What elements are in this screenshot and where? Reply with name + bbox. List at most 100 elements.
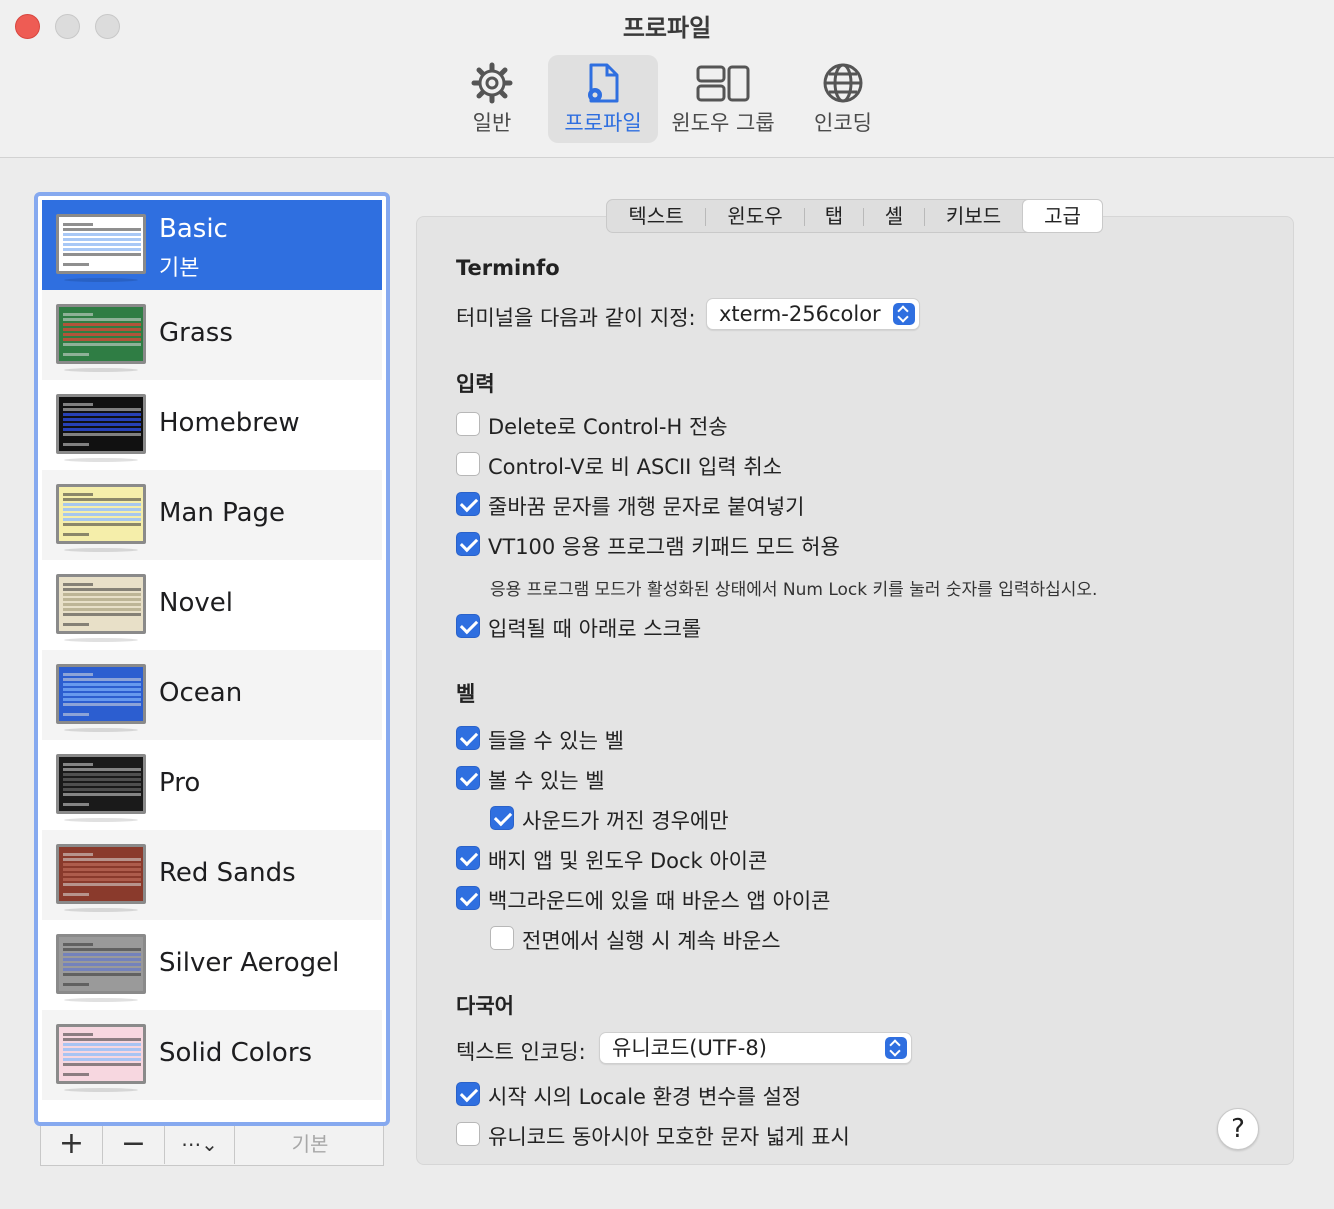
remove-profile-button[interactable]: − [103, 1126, 165, 1164]
visual-bell-checkbox[interactable] [456, 766, 480, 790]
profile-row[interactable]: Man Page [42, 470, 382, 560]
preview-text-line [63, 688, 141, 691]
tab-advanced[interactable]: 고급 [1022, 199, 1103, 233]
profile-preview-thumbnail [56, 664, 146, 724]
toolbar-general[interactable]: 일반 [452, 55, 532, 143]
ctrl-v-escape-checkbox[interactable] [456, 452, 480, 476]
profile-row[interactable]: Basic 기본 [42, 200, 382, 290]
tab-window[interactable]: 윈도우 [706, 200, 804, 232]
delete-sends-ctrl-h-label: Delete로 Control-H 전송 [488, 415, 728, 439]
preview-text-line [63, 423, 141, 426]
encoding-label: 텍스트 인코딩: [456, 1040, 586, 1064]
preview-text-line [63, 408, 141, 411]
preview-text-line [63, 878, 141, 881]
preview-text-line [63, 883, 141, 886]
thumbnail-shadow [64, 998, 138, 1002]
tab-keyboard[interactable]: 키보드 [925, 200, 1022, 232]
vt100-keypad-label: VT100 응용 프로그램 키패드 모드 허용 [488, 535, 840, 559]
preview-text-line [63, 338, 141, 341]
preview-text-line [63, 623, 89, 626]
profile-name: Homebrew [159, 408, 300, 438]
profile-row[interactable]: Red Sands [42, 830, 382, 920]
more-actions-button[interactable]: ⋯⌄ [165, 1126, 235, 1164]
preview-text-line [63, 768, 141, 771]
audible-bell-checkbox[interactable] [456, 726, 480, 750]
preview-text-line [63, 318, 141, 321]
wide-ambiguous-checkbox[interactable] [456, 1122, 480, 1146]
add-profile-button[interactable]: + [41, 1126, 103, 1164]
preview-text-line [63, 413, 141, 416]
paste-newlines-checkbox[interactable] [456, 492, 480, 516]
set-locale-checkbox[interactable] [456, 1082, 480, 1106]
bounce-app-icon-checkbox[interactable] [456, 886, 480, 910]
toolbar-general-label: 일반 [472, 111, 512, 135]
toolbar-profiles[interactable]: 프로파일 [548, 55, 658, 143]
badge-dock-icon-label: 배지 앱 및 윈도우 Dock 아이콘 [488, 849, 768, 873]
profile-name: Grass [159, 318, 233, 348]
profile-list: Basic 기본 Grass Homebrew Man Page Novel Ocean Pr… [34, 192, 390, 1126]
preview-text-line [63, 508, 141, 511]
preview-text-line [63, 598, 141, 601]
toolbar-profiles-label: 프로파일 [564, 111, 642, 135]
profile-default-label: 기본 [159, 256, 200, 281]
thumbnail-shadow [64, 818, 138, 822]
only-when-muted-checkbox[interactable] [490, 806, 514, 830]
terminfo-popup[interactable]: xterm-256color [706, 298, 920, 330]
toolbar-window-groups[interactable]: 윈도우 그룹 [668, 55, 778, 143]
tab-text[interactable]: 텍스트 [607, 200, 705, 232]
set-default-button[interactable]: 기본 [235, 1126, 385, 1164]
terminfo-label: 터미널을 다음과 같이 지정: [456, 306, 696, 330]
profile-row[interactable]: Homebrew [42, 380, 382, 470]
wide-ambiguous-label: 유니코드 동아시아 모호한 문자 넓게 표시 [488, 1125, 850, 1149]
profile-row[interactable]: Pro [42, 740, 382, 830]
preview-text-line [63, 588, 141, 591]
preview-text-line [63, 968, 141, 971]
thumbnail-shadow [64, 368, 138, 372]
preview-text-line [63, 858, 141, 861]
profile-name: Man Page [159, 498, 286, 528]
preview-text-line [63, 963, 141, 966]
preview-text-line [63, 953, 141, 956]
multilang-heading: 다국어 [456, 994, 514, 1018]
scroll-on-input-label: 입력될 때 아래로 스크롤 [488, 617, 702, 641]
tab-shell[interactable]: 셸 [864, 200, 924, 232]
preview-text-line [63, 503, 141, 506]
preview-text-line [63, 238, 141, 241]
preview-text-line [63, 673, 93, 676]
preview-text-line [63, 1063, 141, 1066]
preview-text-line [63, 353, 89, 356]
keep-bouncing-checkbox[interactable] [490, 926, 514, 950]
tab-tab[interactable]: 탭 [805, 200, 863, 232]
help-button[interactable]: ? [1217, 1108, 1259, 1150]
profile-name: Pro [159, 768, 201, 798]
profile-preview-thumbnail [56, 1024, 146, 1084]
badge-dock-icon-checkbox[interactable] [456, 846, 480, 870]
toolbar: 프로파일 일반 프로파일 윈도우 그룹 인코딩 [0, 0, 1334, 158]
updown-chevron-icon [893, 303, 915, 325]
profile-row[interactable]: Novel [42, 560, 382, 650]
vt100-keypad-checkbox[interactable] [456, 532, 480, 556]
profile-preview-thumbnail [56, 844, 146, 904]
preview-text-line [63, 778, 141, 781]
preview-text-line [63, 713, 89, 716]
profile-row[interactable]: Silver Aerogel [42, 920, 382, 1010]
preview-text-line [63, 518, 141, 521]
only-when-muted-label: 사운드가 꺼진 경우에만 [522, 809, 729, 833]
preview-text-line [63, 703, 141, 706]
profile-preview-thumbnail [56, 484, 146, 544]
scroll-on-input-checkbox[interactable] [456, 614, 480, 638]
profile-row[interactable]: Grass [42, 290, 382, 380]
encoding-popup[interactable]: 유니코드(UTF-8) [599, 1032, 912, 1064]
ctrl-v-escape-label: Control-V로 비 ASCII 입력 취소 [488, 455, 782, 479]
preview-text-line [63, 603, 141, 606]
toolbar-encodings[interactable]: 인코딩 [800, 55, 886, 143]
profile-row[interactable]: Solid Colors [42, 1010, 382, 1100]
preview-text-line [63, 513, 141, 516]
preview-text-line [63, 983, 89, 986]
thumbnail-shadow [64, 548, 138, 552]
delete-sends-ctrl-h-checkbox[interactable] [456, 412, 480, 436]
profile-row[interactable]: Ocean [42, 650, 382, 740]
preview-text-line [63, 863, 141, 866]
preview-text-line [63, 893, 89, 896]
input-heading: 입력 [456, 372, 495, 396]
